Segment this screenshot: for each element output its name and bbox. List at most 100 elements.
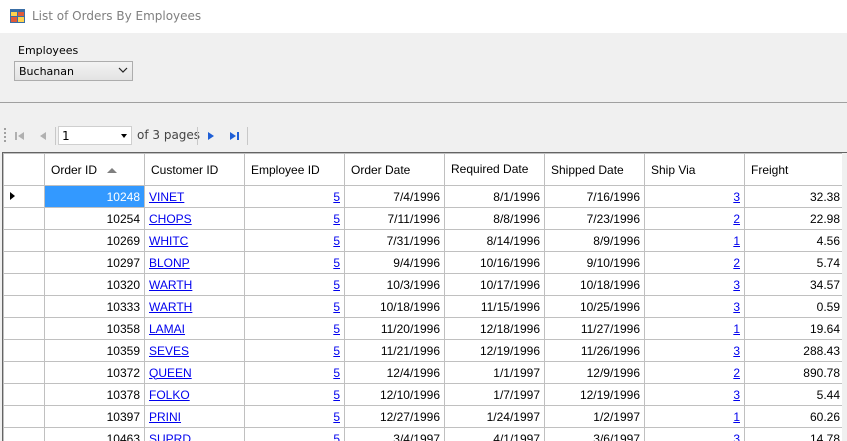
ship-via-hyperlink[interactable]: 3 — [733, 278, 740, 292]
shipped-date-cell[interactable]: 7/16/1996 — [545, 186, 645, 208]
required-date-cell[interactable]: 12/18/1996 — [445, 318, 545, 340]
freight-cell[interactable]: 890.78 — [745, 362, 845, 384]
shipped-date-cell[interactable]: 11/26/1996 — [545, 340, 645, 362]
employee-id-hyperlink[interactable]: 5 — [333, 190, 340, 204]
employee-id-hyperlink[interactable]: 5 — [333, 212, 340, 226]
customer-id-hyperlink[interactable]: VINET — [149, 190, 184, 204]
order-id-cell[interactable]: 10254 — [45, 208, 145, 230]
row-header[interactable] — [4, 296, 45, 318]
freight-cell[interactable]: 32.38 — [745, 186, 845, 208]
freight-cell[interactable]: 19.64 — [745, 318, 845, 340]
employee-id-hyperlink[interactable]: 5 — [333, 388, 340, 402]
order-date-cell[interactable]: 12/27/1996 — [345, 406, 445, 428]
freight-cell[interactable]: 0.59 — [745, 296, 845, 318]
shipped-date-cell[interactable]: 3/6/1997 — [545, 428, 645, 441]
row-header[interactable] — [4, 318, 45, 340]
table-row[interactable]: 10378FOLKO512/10/19961/7/199712/19/19963… — [4, 384, 845, 406]
employee-id-hyperlink[interactable]: 5 — [333, 410, 340, 424]
row-header[interactable] — [4, 230, 45, 252]
employees-dropdown[interactable]: Buchanan — [14, 61, 133, 81]
employee-id-hyperlink[interactable]: 5 — [333, 322, 340, 336]
table-row[interactable]: 10254 CHOPS 5 7/11/19968/8/19967/23/1996 2 22… — [4, 208, 845, 230]
row-header[interactable] — [4, 252, 45, 274]
move-first-icon[interactable] — [12, 128, 28, 144]
employee-id-hyperlink[interactable]: 5 — [333, 344, 340, 358]
order-id-cell[interactable]: 10269 — [45, 230, 145, 252]
ship-via-hyperlink[interactable]: 2 — [733, 212, 740, 226]
shipped-date-cell[interactable]: 10/18/1996 — [545, 274, 645, 296]
move-last-icon[interactable] — [226, 128, 242, 144]
order-date-cell[interactable]: 10/18/1996 — [345, 296, 445, 318]
order-date-cell[interactable]: 7/4/1996 — [345, 186, 445, 208]
shipped-date-cell[interactable]: 10/25/1996 — [545, 296, 645, 318]
order-id-cell[interactable]: 10372 — [45, 362, 145, 384]
customer-id-hyperlink[interactable]: WARTH — [149, 300, 192, 314]
shipped-date-cell[interactable]: 12/9/1996 — [545, 362, 645, 384]
freight-cell[interactable]: 22.98 — [745, 208, 845, 230]
row-header[interactable] — [4, 384, 45, 406]
customer-id-hyperlink[interactable]: WARTH — [149, 278, 192, 292]
order-date-cell[interactable]: 12/4/1996 — [345, 362, 445, 384]
ship-via-hyperlink[interactable]: 3 — [733, 300, 740, 314]
customer-id-hyperlink[interactable]: LAMAI — [149, 322, 185, 336]
customer-id-hyperlink[interactable]: SEVES — [149, 344, 189, 358]
freight-cell[interactable]: 14.78 — [745, 428, 845, 441]
order-date-cell[interactable]: 7/31/1996 — [345, 230, 445, 252]
customer-id-hyperlink[interactable]: QUEEN — [149, 366, 192, 380]
table-row[interactable]: 10320WARTH510/3/199610/17/199610/18/1996… — [4, 274, 845, 296]
ship-via-hyperlink[interactable]: 3 — [733, 344, 740, 358]
table-row[interactable]: 10333WARTH510/18/199611/15/199610/25/199… — [4, 296, 845, 318]
position-combo[interactable]: 1 — [58, 126, 132, 145]
order-id-cell[interactable]: 10358 — [45, 318, 145, 340]
ship-via-hyperlink[interactable]: 2 — [733, 366, 740, 380]
customer-id-hyperlink[interactable]: PRINI — [149, 410, 181, 424]
ship-via-hyperlink[interactable]: 1 — [733, 234, 740, 248]
table-row[interactable]: 10463SUPRD53/4/19974/1/19973/6/1997314.7… — [4, 428, 845, 441]
column-header-shipped-date[interactable]: Shipped Date — [545, 154, 645, 186]
order-date-cell[interactable]: 7/11/1996 — [345, 208, 445, 230]
table-row[interactable]: 10248VINET57/4/19968/1/19967/16/1996332.… — [4, 186, 845, 208]
shipped-date-cell[interactable]: 7/23/1996 — [545, 208, 645, 230]
customer-id-hyperlink[interactable]: FOLKO — [149, 388, 190, 402]
order-id-cell[interactable]: 10378 — [45, 384, 145, 406]
vertical-scrollbar[interactable] — [842, 153, 847, 441]
required-date-cell[interactable]: 1/24/1997 — [445, 406, 545, 428]
required-date-cell[interactable]: 10/17/1996 — [445, 274, 545, 296]
row-header[interactable] — [4, 186, 45, 208]
column-header-freight[interactable]: Freight — [745, 154, 845, 186]
ship-via-hyperlink[interactable]: 3 — [733, 190, 740, 204]
employee-id-hyperlink[interactable]: 5 — [333, 234, 340, 248]
employee-id-hyperlink[interactable]: 5 — [333, 366, 340, 380]
column-header-order-date[interactable]: Order Date — [345, 154, 445, 186]
row-header[interactable] — [4, 274, 45, 296]
table-row[interactable]: 10297BLONP59/4/199610/16/19969/10/199625… — [4, 252, 845, 274]
required-date-cell[interactable]: 10/16/1996 — [445, 252, 545, 274]
required-date-cell[interactable]: 1/7/1997 — [445, 384, 545, 406]
shipped-date-cell[interactable]: 1/2/1997 — [545, 406, 645, 428]
customer-id-hyperlink[interactable]: BLONP — [149, 256, 190, 270]
row-header[interactable] — [4, 428, 45, 441]
ship-via-hyperlink[interactable]: 1 — [733, 410, 740, 424]
shipped-date-cell[interactable]: 8/9/1996 — [545, 230, 645, 252]
column-header-order-id[interactable]: Order ID — [45, 154, 145, 186]
required-date-cell[interactable]: 4/1/1997 — [445, 428, 545, 441]
order-id-cell[interactable]: 10248 — [45, 186, 145, 208]
order-id-cell[interactable]: 10297 — [45, 252, 145, 274]
customer-id-hyperlink[interactable]: CHOPS — [149, 212, 192, 226]
move-next-icon[interactable] — [203, 128, 219, 144]
table-row[interactable]: 10358LAMAI511/20/199612/18/199611/27/199… — [4, 318, 845, 340]
order-date-cell[interactable]: 12/10/1996 — [345, 384, 445, 406]
column-header-customer-id[interactable]: Customer ID — [145, 154, 245, 186]
move-previous-icon[interactable] — [35, 128, 51, 144]
column-header-required-date[interactable]: Required Date — [445, 154, 545, 186]
employee-id-hyperlink[interactable]: 5 — [333, 300, 340, 314]
table-row[interactable]: 10359SEVES511/21/199612/19/199611/26/199… — [4, 340, 845, 362]
required-date-cell[interactable]: 8/8/1996 — [445, 208, 545, 230]
order-id-cell[interactable]: 10333 — [45, 296, 145, 318]
ship-via-hyperlink[interactable]: 2 — [733, 256, 740, 270]
column-header-employee-id[interactable]: Employee ID — [245, 154, 345, 186]
order-id-cell[interactable]: 10463 — [45, 428, 145, 441]
freight-cell[interactable]: 5.44 — [745, 384, 845, 406]
row-header[interactable] — [4, 362, 45, 384]
order-date-cell[interactable]: 11/21/1996 — [345, 340, 445, 362]
